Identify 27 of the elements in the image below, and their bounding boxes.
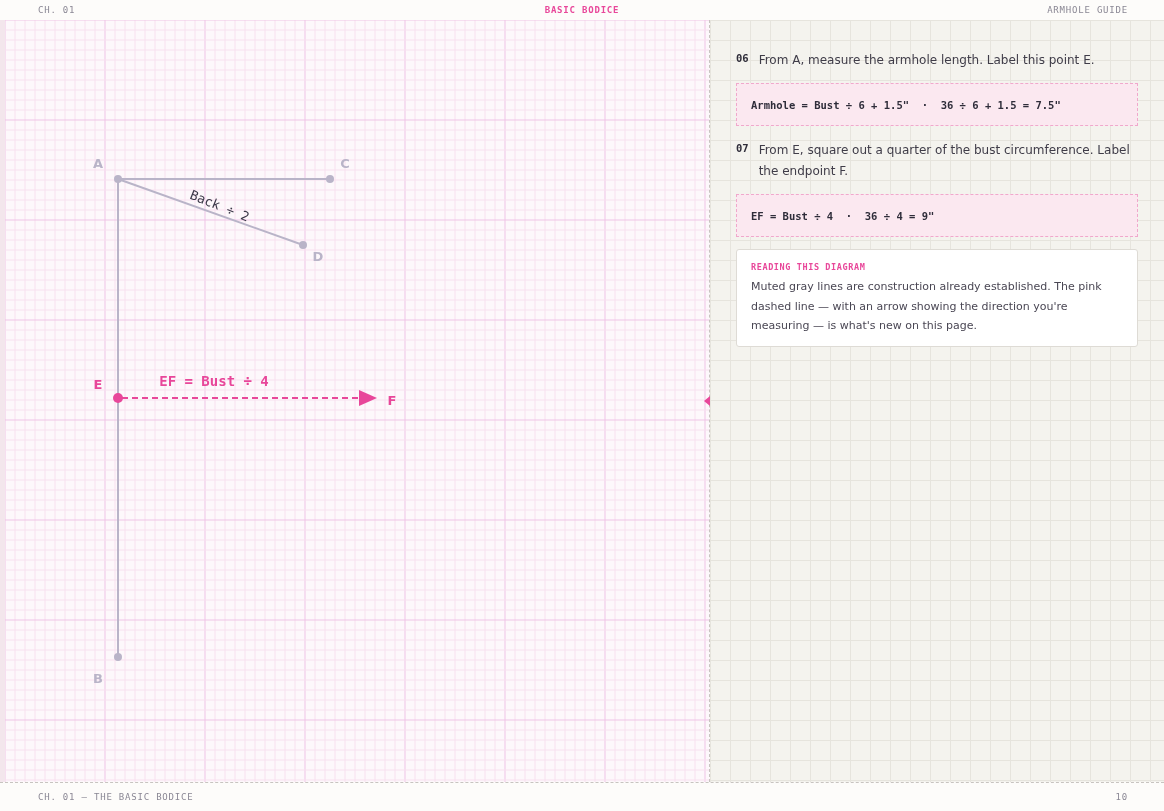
point-label: E bbox=[93, 377, 103, 392]
point-label: C bbox=[340, 156, 350, 171]
point-dot bbox=[299, 241, 307, 249]
section-label: ARMHOLE GUIDE bbox=[1047, 5, 1128, 15]
page-number: 10 bbox=[1115, 792, 1128, 802]
step-text: From E, square out a quarter of the bust circumference. Label the endpoint F. bbox=[758, 142, 1131, 180]
chapter-label: CH. 01 bbox=[38, 5, 76, 15]
point-label: D bbox=[312, 249, 324, 264]
step-text: From A, measure the armhole length. Label this point E. bbox=[758, 52, 1095, 69]
point-dot bbox=[113, 393, 123, 403]
triangle-icon bbox=[704, 396, 710, 406]
point-dot bbox=[114, 653, 122, 661]
point-label: B bbox=[93, 671, 103, 686]
formula-box: Armhole = Bust ÷ 6 + 1.5" · 36 ÷ 6 + 1.5 = 7.5" bbox=[736, 83, 1138, 126]
step-number: 06 bbox=[736, 51, 749, 64]
point-dot bbox=[326, 175, 334, 183]
note-text: Muted gray lines are construction already established. The pink dashed line — with an arrow showing the direction you're measuring — is what's new on this page. bbox=[751, 279, 1103, 334]
measurement-label: EF = Bust ÷ 4 bbox=[159, 373, 269, 389]
page-title: BASIC BODICE bbox=[543, 5, 621, 15]
point-label: A bbox=[92, 156, 104, 171]
note-title: READING THIS DIAGRAM bbox=[751, 262, 867, 272]
point-label: F bbox=[387, 393, 397, 408]
formula-box: EF = Bust ÷ 4 · 36 ÷ 4 = 9" bbox=[736, 194, 1138, 237]
measurement-label: Back ÷ 2 bbox=[187, 187, 252, 225]
point-dot bbox=[114, 175, 122, 183]
step-number: 07 bbox=[736, 141, 749, 154]
running-title: CH. 01 — THE BASIC BODICE bbox=[38, 792, 194, 802]
